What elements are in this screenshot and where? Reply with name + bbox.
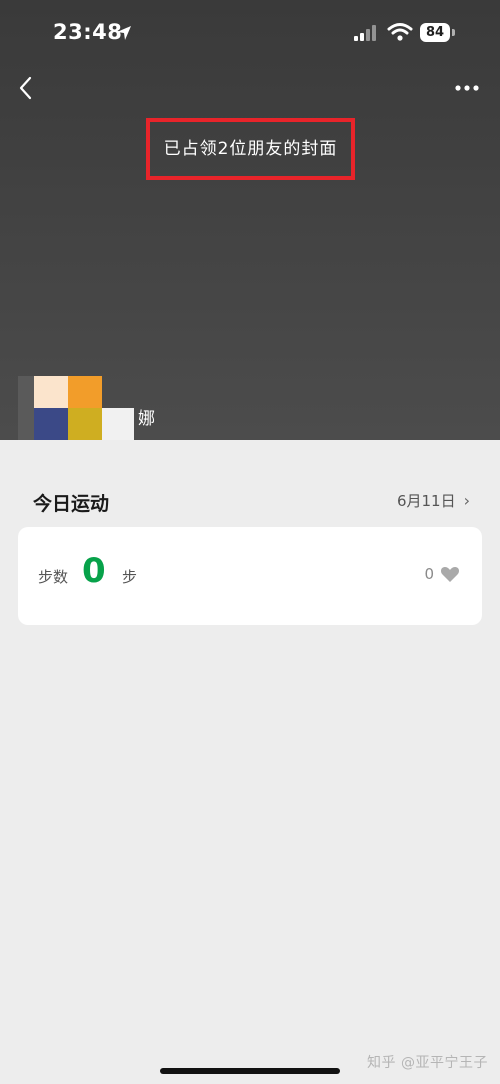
date-selector[interactable]: 6月11日 › [397, 490, 470, 511]
watermark: 知乎 @亚平宁王子 [367, 1055, 488, 1071]
status-time: 23:48 [53, 20, 123, 44]
heart-icon [440, 566, 460, 582]
date-label: 6月11日 [396, 492, 456, 510]
location-arrow-icon [117, 26, 131, 40]
user-avatar[interactable] [18, 372, 158, 440]
wifi-icon [387, 23, 413, 41]
avatar-block [34, 376, 68, 408]
avatar-block [68, 408, 102, 440]
user-name: 娜 [138, 409, 155, 429]
like-button[interactable]: 0 [424, 565, 460, 583]
more-options-icon[interactable] [452, 78, 482, 98]
steps-unit: 步 [122, 568, 138, 586]
avatar-block [18, 376, 34, 440]
chevron-right-icon: › [463, 491, 470, 510]
cover-occupied-banner: 已占领2位朋友的封面 [146, 118, 355, 180]
avatar-block [68, 376, 102, 408]
battery-tip [452, 29, 455, 36]
like-count: 0 [424, 565, 434, 583]
home-indicator[interactable] [160, 1068, 340, 1074]
avatar-block [102, 408, 134, 440]
werun-screen: 23:48 84 已占领2位朋友的封面 娜 今日运动 6月11日 › 步数 0 … [0, 0, 500, 1084]
steps-card[interactable]: 步数 0 步 0 [18, 527, 482, 625]
today-exercise-title: 今日运动 [33, 493, 110, 515]
steps-value: 0 [82, 551, 106, 591]
status-bar: 23:48 84 [0, 0, 500, 66]
back-chevron-icon[interactable] [14, 74, 38, 102]
avatar-block [34, 408, 68, 440]
cellular-signal-icon [354, 25, 376, 41]
battery-indicator: 84 [420, 23, 450, 42]
steps-label: 步数 [38, 568, 69, 586]
